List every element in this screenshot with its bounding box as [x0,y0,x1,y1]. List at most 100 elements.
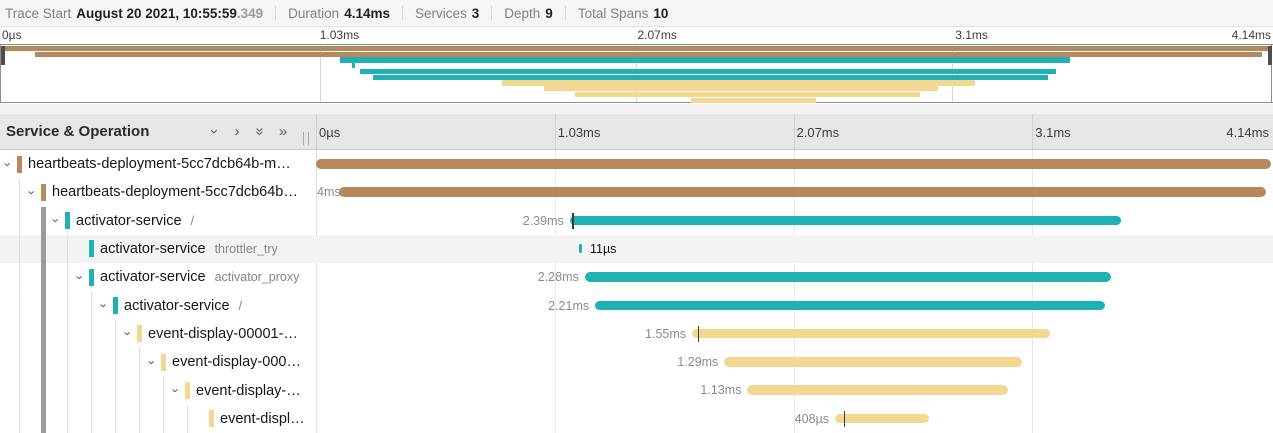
column-resize-grip[interactable] [303,132,309,145]
minimap-right-scrubber[interactable] [1268,46,1272,65]
span-color-block [137,325,142,342]
trace-duration: Duration 4.14ms [288,6,390,21]
header-gridline [1032,114,1033,149]
expand-all-icon[interactable]: » [275,122,291,140]
span-duration-bar[interactable] [570,216,1121,226]
span-name-cell[interactable]: › activator-service/ [0,207,316,235]
span-bar-cell[interactable]: 408µs [316,405,1273,433]
span-duration-bar[interactable] [339,187,1266,197]
span-names: heartbeats-deployment-5cc7dcb64b-m… [28,150,314,178]
span-bar-cell[interactable]: 11µs [316,235,1273,263]
icon-glyph: › [169,388,184,392]
minimap-span-bar [502,80,975,85]
span-row[interactable]: › activator-serviceactivator_proxy2.28ms [0,263,1273,291]
divider [565,6,566,20]
span-duration-bar[interactable] [595,301,1105,311]
span-names: event-displ… [220,405,314,433]
span-row[interactable]: ›event-display-00001-…1.55ms [0,320,1273,348]
span-name-cell[interactable]: › activator-service/ [0,292,316,320]
span-names: activator-serviceactivator_proxy [100,263,314,291]
span-name-cell[interactable]: ›event-display-00001-… [0,320,316,348]
minimap-span-bar [691,98,816,103]
span-color-block [41,184,46,201]
span-rows: › heartbeats-deployment-5cc7dcb64b-m… ›hea… [0,150,1273,433]
chevron-down-icon[interactable]: › [50,214,62,228]
span-duration-bar[interactable] [579,244,582,254]
collapse-all-icon[interactable]: » [252,122,268,140]
span-name-cell[interactable]: ›event-display-000… [0,348,316,376]
icon-glyph: › [73,275,88,279]
span-duration-bar[interactable] [724,357,1022,367]
indent-guide [19,235,20,263]
span-row[interactable]: activator-servicethrottler_try11µs [0,235,1273,263]
indent-guide [91,405,92,433]
span-name-cell[interactable]: › heartbeats-deployment-5cc7dcb64b-m… [0,150,316,178]
minimap-span-bar [360,69,1056,74]
span-name-cell[interactable]: activator-servicethrottler_try [0,235,316,263]
collapse-one-icon[interactable]: › [206,122,222,140]
span-name-cell[interactable]: event-displ… [0,405,316,433]
span-duration-bar[interactable] [585,272,1111,282]
span-bar-cell[interactable]: 2.28ms [316,263,1273,291]
span-row[interactable]: ›heartbeats-deployment-5cc7dcb64b…4ms [0,178,1273,206]
indent-guide [163,376,164,404]
span-duration-bar[interactable] [835,414,929,424]
trace-start-value: August 20 2021, 10:55:59 [76,6,237,21]
operation-name: / [191,214,194,228]
icon-glyph: › [25,190,40,194]
span-names: activator-service/ [76,207,314,235]
span-color-block [161,354,166,371]
chevron-down-icon[interactable]: › [2,157,14,171]
duration-value: 4.14ms [344,6,390,21]
span-bar-cell[interactable]: 1.55ms [316,320,1273,348]
icon-glyph: › [145,360,160,364]
chevron-down-icon[interactable]: › [98,299,110,313]
icon-glyph: › [121,332,136,336]
trace-minimap[interactable] [0,44,1273,103]
span-duration-bar[interactable] [692,329,1050,339]
span-bar-cell[interactable]: 2.39ms [316,207,1273,235]
chevron-down-icon[interactable]: › [122,327,134,341]
span-row[interactable]: › activator-service/2.21ms [0,292,1273,320]
chevron-down-icon[interactable]: › [146,355,158,369]
column-divider[interactable] [316,114,317,149]
chevron-down-icon[interactable]: › [170,383,182,397]
span-name-cell[interactable]: › activator-serviceactivator_proxy [0,263,316,291]
span-color-block [113,297,118,314]
indent-guide [67,292,68,320]
trace-services: Services 3 [415,6,479,21]
service-name: heartbeats-deployment-5cc7dcb64b-m… [28,156,291,172]
active-indent-guide[interactable] [41,207,46,433]
expand-one-icon[interactable]: › [229,122,245,140]
span-bar-cell[interactable]: 4ms [316,178,1273,206]
span-row[interactable]: › activator-service/2.39ms [0,207,1273,235]
span-duration-bar[interactable] [747,385,1008,395]
span-row[interactable]: event-displ…408µs [0,405,1273,433]
service-name: activator-service [100,241,206,257]
chevron-down-icon[interactable]: › [74,270,86,284]
span-duration-bar[interactable] [316,159,1271,169]
chevron-down-icon[interactable]: › [26,185,38,199]
span-row[interactable]: ›event-display-…1.13ms [0,376,1273,404]
service-operation-title: Service & Operation [6,123,149,140]
services-label: Services [415,6,467,21]
span-bar-cell[interactable] [316,150,1273,178]
minimap-left-scrubber[interactable] [1,46,5,65]
indent-guide [115,320,116,348]
span-bar-cell[interactable]: 1.13ms [316,376,1273,404]
span-bar-cell[interactable]: 1.29ms [316,348,1273,376]
span-row[interactable]: › heartbeats-deployment-5cc7dcb64b-m… [0,150,1273,178]
span-names: activator-service/ [124,292,314,320]
indent-guide [187,405,188,433]
trace-start-label: Trace Start [5,6,71,21]
span-name-cell[interactable]: ›event-display-… [0,376,316,404]
indent-guide [163,405,164,433]
header-gridline [794,114,795,149]
icon-glyph: › [206,129,223,134]
span-name-cell[interactable]: ›heartbeats-deployment-5cc7dcb64b… [0,178,316,206]
indent-guide [139,348,140,376]
span-bar-cell[interactable]: 2.21ms [316,292,1273,320]
span-row[interactable]: ›event-display-000…1.29ms [0,348,1273,376]
indent-guide [67,320,68,348]
indent-guide [67,405,68,433]
